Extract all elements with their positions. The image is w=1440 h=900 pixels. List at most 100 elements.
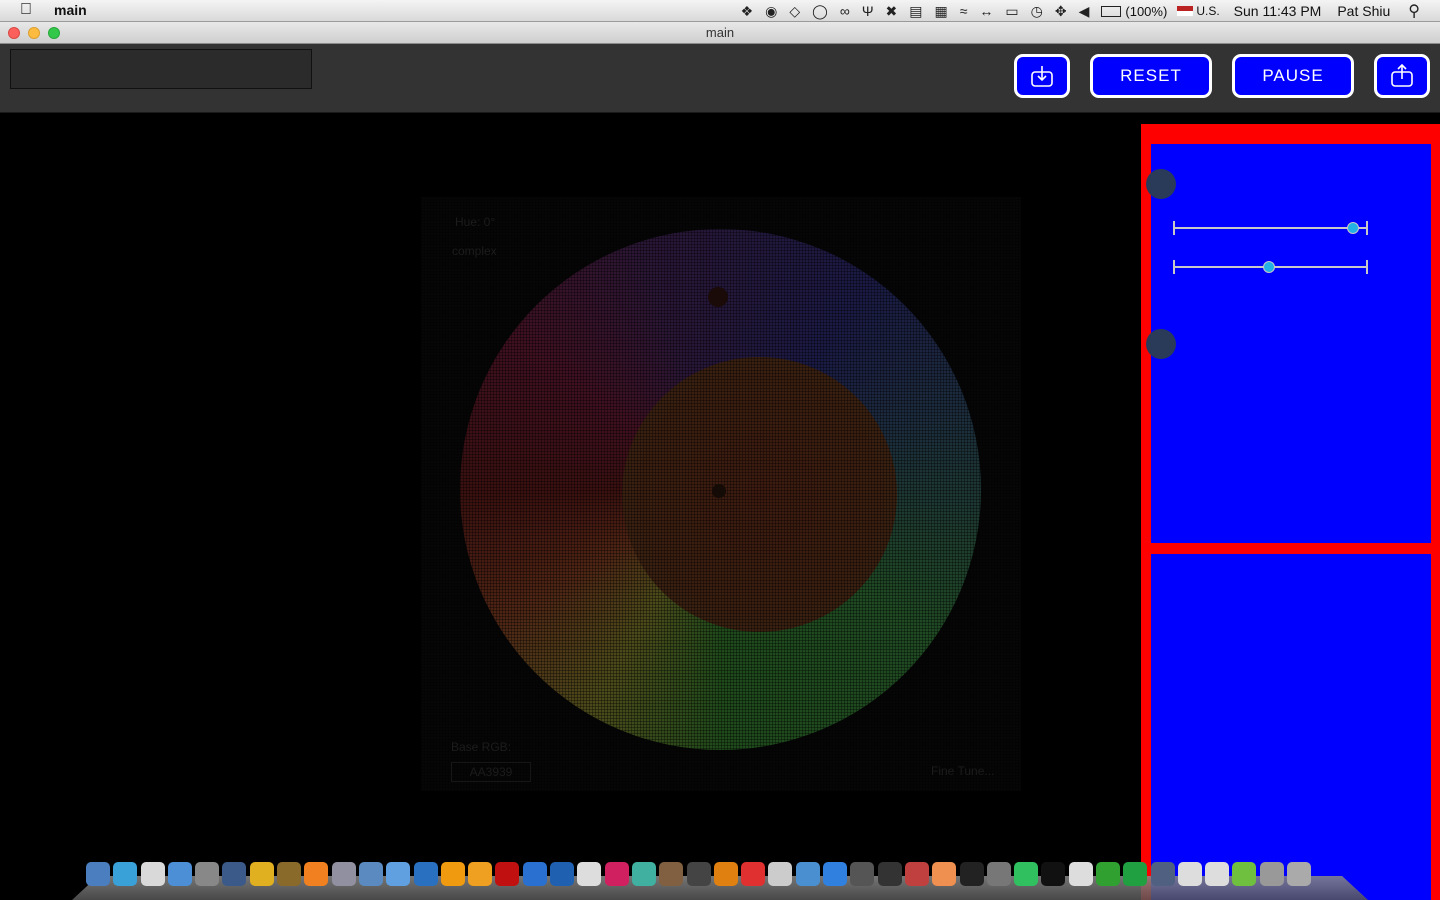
font-icon[interactable] xyxy=(877,862,902,886)
controls-box xyxy=(1146,144,1431,543)
display-icon[interactable]: ▭ xyxy=(1005,3,1018,20)
code-icon[interactable]: ↔ xyxy=(979,3,993,19)
battery-percent: (100%) xyxy=(1125,3,1168,19)
flash-icon[interactable] xyxy=(495,862,520,886)
toggle-knob-top[interactable] xyxy=(1146,169,1176,199)
fine-tune-link[interactable]: Fine Tune... xyxy=(931,764,994,778)
itunes-icon[interactable] xyxy=(167,862,192,886)
slider-2-min-cap xyxy=(1173,260,1175,274)
dropbox-icon[interactable]: ❖ xyxy=(741,3,754,20)
slider-1-max-cap xyxy=(1366,221,1368,235)
output-box xyxy=(1151,554,1431,900)
network-app-icon[interactable] xyxy=(386,862,411,886)
utility-icon[interactable] xyxy=(195,862,220,886)
dock xyxy=(72,862,1368,900)
toggle-knob-bottom[interactable] xyxy=(1146,329,1176,359)
text-input[interactable] xyxy=(10,49,312,89)
hue-handle[interactable] xyxy=(708,287,728,307)
lips-icon[interactable] xyxy=(604,862,629,886)
printer-icon[interactable] xyxy=(986,862,1011,886)
input-source-label: U.S. xyxy=(1196,4,1220,18)
battery-icon xyxy=(1101,5,1122,17)
finder-icon[interactable] xyxy=(86,862,110,886)
trash-icon[interactable] xyxy=(1287,862,1312,886)
swatches-icon[interactable] xyxy=(1014,862,1039,886)
folder-icon[interactable] xyxy=(1259,862,1284,886)
wordpress-icon[interactable] xyxy=(850,862,875,886)
terminal-icon[interactable] xyxy=(1041,862,1066,886)
photoshop-icon-2[interactable] xyxy=(550,862,575,886)
download-button[interactable] xyxy=(1014,54,1070,98)
center-handle[interactable] xyxy=(712,484,726,498)
wifi-icon[interactable]: ≈ xyxy=(960,3,968,19)
illustrator-icon[interactable] xyxy=(440,862,465,886)
volume-icon[interactable]: ◀ xyxy=(1079,3,1090,20)
chrome-canary-icon[interactable] xyxy=(249,862,274,886)
spotify-icon[interactable] xyxy=(1123,862,1148,886)
apple-menu-icon[interactable]:  xyxy=(20,1,32,19)
hue-label: Hue: 0° xyxy=(455,215,496,229)
disk-icon[interactable] xyxy=(686,862,711,886)
photoshop-icon[interactable] xyxy=(522,862,547,886)
slider-2-max-cap xyxy=(1366,260,1368,274)
time-machine-icon[interactable]: ◷ xyxy=(1031,3,1043,20)
steam-icon[interactable] xyxy=(1150,862,1175,886)
toolbar: RESET PAUSE xyxy=(0,44,1440,113)
app-menu-name[interactable]: main xyxy=(54,2,87,18)
acrobat-icon[interactable] xyxy=(741,862,766,886)
antenna-icon[interactable]: Ψ xyxy=(862,3,874,19)
window-title: main xyxy=(705,25,735,40)
creative-cloud-icon[interactable]: ∞ xyxy=(840,3,850,19)
notes-icon[interactable] xyxy=(1068,862,1093,886)
sketch-icon[interactable] xyxy=(577,862,602,886)
share-button[interactable] xyxy=(1374,54,1430,98)
spotlight-search-icon[interactable]: ⚲ xyxy=(1408,1,1420,21)
evernote-icon[interactable] xyxy=(1095,862,1120,886)
illustrator-icon-2[interactable] xyxy=(468,862,493,886)
reset-button[interactable]: RESET xyxy=(1090,54,1212,98)
slider-1-thumb[interactable] xyxy=(1346,222,1359,234)
battery-status[interactable]: (100%) xyxy=(1101,4,1167,19)
tools-icon[interactable]: ✖ xyxy=(886,3,898,20)
mode-label[interactable]: complex xyxy=(452,244,497,258)
network-icon[interactable] xyxy=(222,862,247,886)
slider-1-track xyxy=(1173,227,1368,229)
notification-bell-icon[interactable]: ◇ xyxy=(789,3,800,20)
preview-icon[interactable] xyxy=(768,862,793,886)
hex-input[interactable]: AA3939 xyxy=(451,762,531,782)
safari-like-icon[interactable] xyxy=(413,862,438,886)
globe-icon[interactable] xyxy=(277,862,302,886)
pause-button[interactable]: PAUSE xyxy=(1232,54,1354,98)
pinwheel-icon[interactable] xyxy=(631,862,656,886)
move-icon[interactable]: ✥ xyxy=(1055,3,1067,20)
slider-2[interactable] xyxy=(1173,260,1368,274)
wifi-app-icon[interactable] xyxy=(795,862,820,886)
camera-icon[interactable] xyxy=(959,862,984,886)
color-wheel-panel: Hue: 0° complex Base RGB: AA3939 Fine Tu… xyxy=(421,197,1021,791)
pen-icon[interactable] xyxy=(331,862,356,886)
slider-2-thumb[interactable] xyxy=(1262,261,1275,273)
chat-icon[interactable] xyxy=(932,862,957,886)
java-icon[interactable] xyxy=(1177,862,1202,886)
clock[interactable]: Sun 11:43 PM xyxy=(1234,3,1322,19)
user-menu[interactable]: Pat Shiu xyxy=(1337,3,1390,19)
clipboard-icon[interactable]: ▤ xyxy=(909,3,922,20)
sync-icon[interactable]: ◯ xyxy=(812,3,828,20)
memory-icon[interactable]: ▦ xyxy=(935,3,948,20)
charts-icon[interactable] xyxy=(358,862,383,886)
java-icon-2[interactable] xyxy=(1205,862,1230,886)
slider-1[interactable] xyxy=(1173,221,1368,235)
share-icon xyxy=(1391,63,1413,87)
menu-bar:  main ❖ ◉ ◇ ◯ ∞ Ψ ✖ ▤ ▦ ≈ ↔ ▭ ◷ ✥ ◀ (10… xyxy=(0,0,1440,22)
download-icon xyxy=(1031,66,1053,87)
calendar-icon[interactable] xyxy=(140,862,165,886)
evernote-status-icon[interactable]: ◉ xyxy=(765,3,777,20)
character-icon[interactable] xyxy=(659,862,684,886)
vlc-icon[interactable] xyxy=(304,862,329,886)
rocket-icon[interactable] xyxy=(904,862,929,886)
sublime-icon[interactable] xyxy=(713,862,738,886)
numbers-icon[interactable] xyxy=(1232,862,1257,886)
chrome-icon[interactable] xyxy=(823,862,848,886)
input-source[interactable]: U.S. xyxy=(1177,4,1220,18)
app-store-icon[interactable] xyxy=(113,862,138,886)
